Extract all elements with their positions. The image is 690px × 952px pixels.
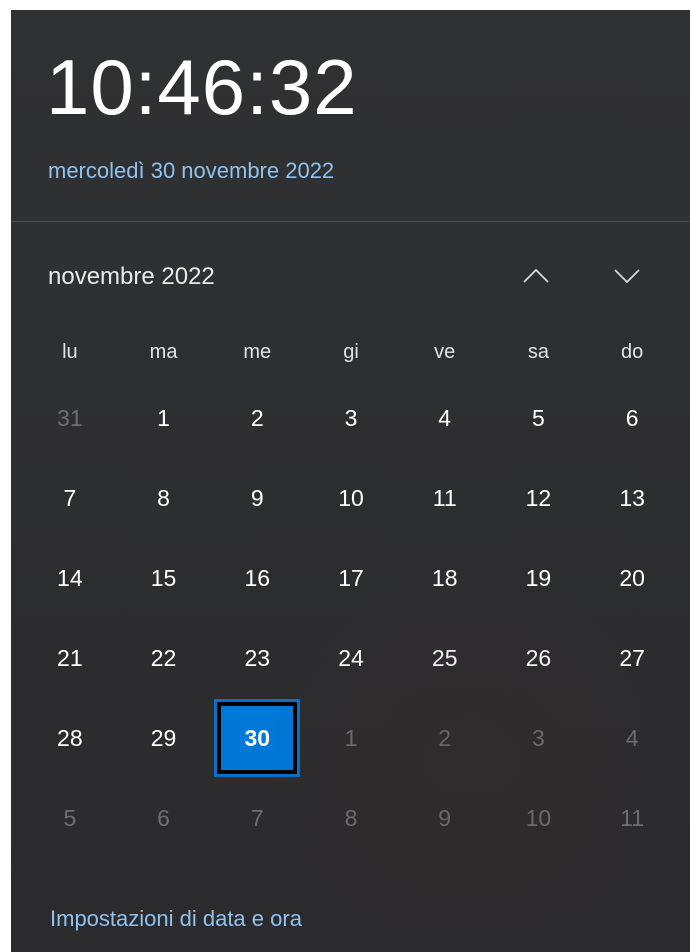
calendar-day[interactable]: 18 xyxy=(398,538,492,618)
calendar-day[interactable]: 25 xyxy=(398,618,492,698)
calendar-day[interactable]: 6 xyxy=(585,378,679,458)
calendar-week: 28 29 30 1 2 3 4 xyxy=(23,698,679,778)
calendar-day[interactable]: 2 xyxy=(210,378,304,458)
full-date-link[interactable]: mercoledì 30 novembre 2022 xyxy=(48,158,334,184)
calendar-day[interactable]: 23 xyxy=(210,618,304,698)
weekday-label: gi xyxy=(343,340,359,363)
calendar-day[interactable]: 16 xyxy=(210,538,304,618)
weekday-label: ve xyxy=(434,340,456,363)
calendar-day[interactable]: 7 xyxy=(23,458,117,538)
calendar-day[interactable]: 17 xyxy=(304,538,398,618)
calendar-day[interactable]: 20 xyxy=(585,538,679,618)
calendar-day[interactable]: 22 xyxy=(117,618,211,698)
chevron-down-icon xyxy=(614,269,640,284)
weekday-label: lu xyxy=(62,340,78,363)
calendar-day[interactable]: 28 xyxy=(23,698,117,778)
calendar-day[interactable]: 9 xyxy=(398,778,492,858)
calendar-day[interactable]: 5 xyxy=(23,778,117,858)
calendar-day[interactable]: 21 xyxy=(23,618,117,698)
calendar-day[interactable]: 10 xyxy=(304,458,398,538)
divider xyxy=(11,221,690,222)
weekday-header: lu ma me gi ve sa do xyxy=(23,326,679,378)
calendar-week: 5 6 7 8 9 10 11 xyxy=(23,778,679,858)
chevron-up-icon xyxy=(523,268,549,283)
next-month-button[interactable] xyxy=(607,260,647,292)
date-time-settings-link[interactable]: Impostazioni di data e ora xyxy=(50,906,302,932)
current-time: 10:46:32 xyxy=(46,43,358,131)
month-year-label[interactable]: novembre 2022 xyxy=(48,263,215,291)
weekday-label: ma xyxy=(149,340,178,363)
calendar-day[interactable]: 4 xyxy=(585,698,679,778)
calendar-day[interactable]: 8 xyxy=(304,778,398,858)
calendar-day[interactable]: 19 xyxy=(492,538,586,618)
calendar-day[interactable]: 11 xyxy=(585,778,679,858)
calendar-day[interactable]: 1 xyxy=(304,698,398,778)
calendar-day[interactable]: 12 xyxy=(492,458,586,538)
calendar-day[interactable]: 2 xyxy=(398,698,492,778)
calendar-day[interactable]: 5 xyxy=(492,378,586,458)
calendar-day[interactable]: 10 xyxy=(492,778,586,858)
calendar-day[interactable]: 27 xyxy=(585,618,679,698)
calendar-day[interactable]: 15 xyxy=(117,538,211,618)
calendar-day[interactable]: 11 xyxy=(398,458,492,538)
weekday-label: me xyxy=(243,340,272,363)
calendar-day[interactable]: 1 xyxy=(117,378,211,458)
previous-month-button[interactable] xyxy=(516,260,556,292)
calendar-day[interactable]: 9 xyxy=(210,458,304,538)
calendar-grid: lu ma me gi ve sa do 31 1 2 3 4 5 6 7 8 … xyxy=(23,326,679,858)
weekday-label: sa xyxy=(527,340,549,363)
calendar-week: 7 8 9 10 11 12 13 xyxy=(23,458,679,538)
calendar-day[interactable]: 3 xyxy=(492,698,586,778)
calendar-day[interactable]: 29 xyxy=(117,698,211,778)
calendar-week: 21 22 23 24 25 26 27 xyxy=(23,618,679,698)
calendar-day[interactable]: 24 xyxy=(304,618,398,698)
calendar-week: 31 1 2 3 4 5 6 xyxy=(23,378,679,458)
clock-calendar-flyout: 10:46:32 mercoledì 30 novembre 2022 nove… xyxy=(11,10,690,952)
calendar-day[interactable]: 13 xyxy=(585,458,679,538)
calendar-day[interactable]: 4 xyxy=(398,378,492,458)
today-day-number: 30 xyxy=(217,702,298,774)
calendar-day[interactable]: 26 xyxy=(492,618,586,698)
calendar-day[interactable]: 6 xyxy=(117,778,211,858)
calendar-day[interactable]: 7 xyxy=(210,778,304,858)
calendar-week: 14 15 16 17 18 19 20 xyxy=(23,538,679,618)
weekday-label: do xyxy=(621,340,644,363)
calendar-day[interactable]: 31 xyxy=(23,378,117,458)
calendar-day[interactable]: 14 xyxy=(23,538,117,618)
calendar-day[interactable]: 3 xyxy=(304,378,398,458)
calendar-day-today[interactable]: 30 xyxy=(210,698,304,778)
calendar-day[interactable]: 8 xyxy=(117,458,211,538)
